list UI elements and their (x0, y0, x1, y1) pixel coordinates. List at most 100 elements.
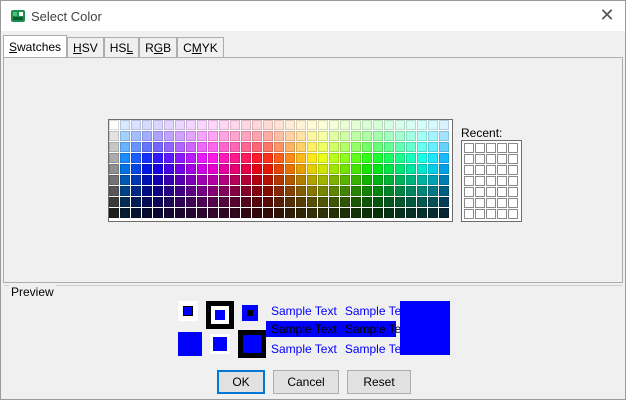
swatch-cell[interactable] (307, 164, 317, 174)
swatch-cell[interactable] (329, 186, 339, 196)
swatch-cell[interactable] (120, 120, 130, 130)
swatch-cell[interactable] (439, 153, 449, 163)
swatch-cell[interactable] (329, 197, 339, 207)
recent-swatch-cell[interactable] (464, 176, 474, 186)
swatch-cell[interactable] (263, 186, 273, 196)
recent-swatch-cell[interactable] (486, 209, 496, 219)
swatch-cell[interactable] (285, 197, 295, 207)
swatch-cell[interactable] (439, 120, 449, 130)
swatch-cell[interactable] (197, 164, 207, 174)
swatch-cell[interactable] (428, 197, 438, 207)
swatch-cell[interactable] (428, 142, 438, 152)
swatch-cell[interactable] (142, 208, 152, 218)
swatch-cell[interactable] (417, 197, 427, 207)
swatch-cell[interactable] (164, 186, 174, 196)
cancel-button[interactable]: Cancel (273, 370, 339, 394)
swatch-cell[interactable] (373, 186, 383, 196)
recent-swatch-cell[interactable] (497, 209, 507, 219)
swatch-cell[interactable] (241, 197, 251, 207)
swatch-cell[interactable] (208, 142, 218, 152)
swatch-cell[interactable] (186, 175, 196, 185)
swatch-cell[interactable] (241, 142, 251, 152)
swatch-cell[interactable] (274, 164, 284, 174)
swatch-cell[interactable] (384, 164, 394, 174)
swatch-cell[interactable] (274, 142, 284, 152)
swatch-cell[interactable] (208, 186, 218, 196)
ok-button[interactable]: OK (217, 370, 265, 394)
swatch-grid[interactable] (108, 119, 453, 222)
swatch-cell[interactable] (208, 164, 218, 174)
tab-hsl[interactable]: HSL (103, 37, 140, 58)
swatch-cell[interactable] (274, 208, 284, 218)
swatch-cell[interactable] (252, 153, 262, 163)
recent-swatch-cell[interactable] (486, 187, 496, 197)
swatch-cell[interactable] (175, 131, 185, 141)
swatch-cell[interactable] (362, 131, 372, 141)
recent-swatch-cell[interactable] (475, 154, 485, 164)
tab-cmyk[interactable]: CMYK (177, 37, 224, 58)
swatch-cell[interactable] (208, 120, 218, 130)
swatch-cell[interactable] (417, 142, 427, 152)
recent-swatch-cell[interactable] (464, 143, 474, 153)
swatch-cell[interactable] (285, 142, 295, 152)
swatch-cell[interactable] (131, 142, 141, 152)
swatch-cell[interactable] (252, 164, 262, 174)
swatch-cell[interactable] (131, 131, 141, 141)
swatch-cell[interactable] (318, 142, 328, 152)
swatch-cell[interactable] (219, 175, 229, 185)
recent-swatch-cell[interactable] (464, 165, 474, 175)
swatch-cell[interactable] (395, 142, 405, 152)
swatch-cell[interactable] (340, 153, 350, 163)
swatch-cell[interactable] (142, 186, 152, 196)
swatch-cell[interactable] (307, 120, 317, 130)
swatch-cell[interactable] (307, 197, 317, 207)
swatch-cell[interactable] (406, 175, 416, 185)
swatch-cell[interactable] (175, 186, 185, 196)
swatch-cell[interactable] (175, 164, 185, 174)
recent-swatch-cell[interactable] (497, 143, 507, 153)
swatch-cell[interactable] (219, 208, 229, 218)
swatch-cell[interactable] (373, 175, 383, 185)
swatch-cell[interactable] (230, 197, 240, 207)
swatch-cell[interactable] (120, 208, 130, 218)
swatch-cell[interactable] (175, 175, 185, 185)
close-button[interactable]: ✕ (597, 5, 617, 25)
swatch-cell[interactable] (417, 186, 427, 196)
swatch-cell[interactable] (274, 153, 284, 163)
swatch-cell[interactable] (296, 120, 306, 130)
swatch-cell[interactable] (395, 120, 405, 130)
recent-swatch-cell[interactable] (464, 209, 474, 219)
recent-swatch-cell[interactable] (486, 143, 496, 153)
swatch-cell[interactable] (373, 164, 383, 174)
swatch-cell[interactable] (131, 186, 141, 196)
swatch-cell[interactable] (285, 153, 295, 163)
swatch-cell[interactable] (340, 186, 350, 196)
swatch-cell[interactable] (428, 186, 438, 196)
swatch-cell[interactable] (164, 175, 174, 185)
swatch-cell[interactable] (329, 175, 339, 185)
swatch-cell[interactable] (428, 208, 438, 218)
swatch-cell[interactable] (153, 142, 163, 152)
swatch-cell[interactable] (120, 153, 130, 163)
swatch-cell[interactable] (417, 120, 427, 130)
swatch-cell[interactable] (307, 131, 317, 141)
swatch-cell[interactable] (241, 186, 251, 196)
swatch-cell[interactable] (241, 153, 251, 163)
swatch-cell[interactable] (406, 208, 416, 218)
swatch-cell[interactable] (384, 120, 394, 130)
swatch-cell[interactable] (395, 175, 405, 185)
swatch-cell[interactable] (219, 131, 229, 141)
swatch-cell[interactable] (175, 153, 185, 163)
swatch-cell[interactable] (197, 175, 207, 185)
swatch-cell[interactable] (439, 142, 449, 152)
swatch-cell[interactable] (109, 142, 119, 152)
swatch-cell[interactable] (296, 131, 306, 141)
swatch-cell[interactable] (373, 153, 383, 163)
swatch-cell[interactable] (186, 120, 196, 130)
swatch-cell[interactable] (406, 197, 416, 207)
recent-swatch-grid[interactable] (461, 140, 522, 222)
swatch-cell[interactable] (153, 197, 163, 207)
tab-hsv[interactable]: HSV (67, 37, 104, 58)
swatch-cell[interactable] (351, 153, 361, 163)
swatch-cell[interactable] (351, 186, 361, 196)
